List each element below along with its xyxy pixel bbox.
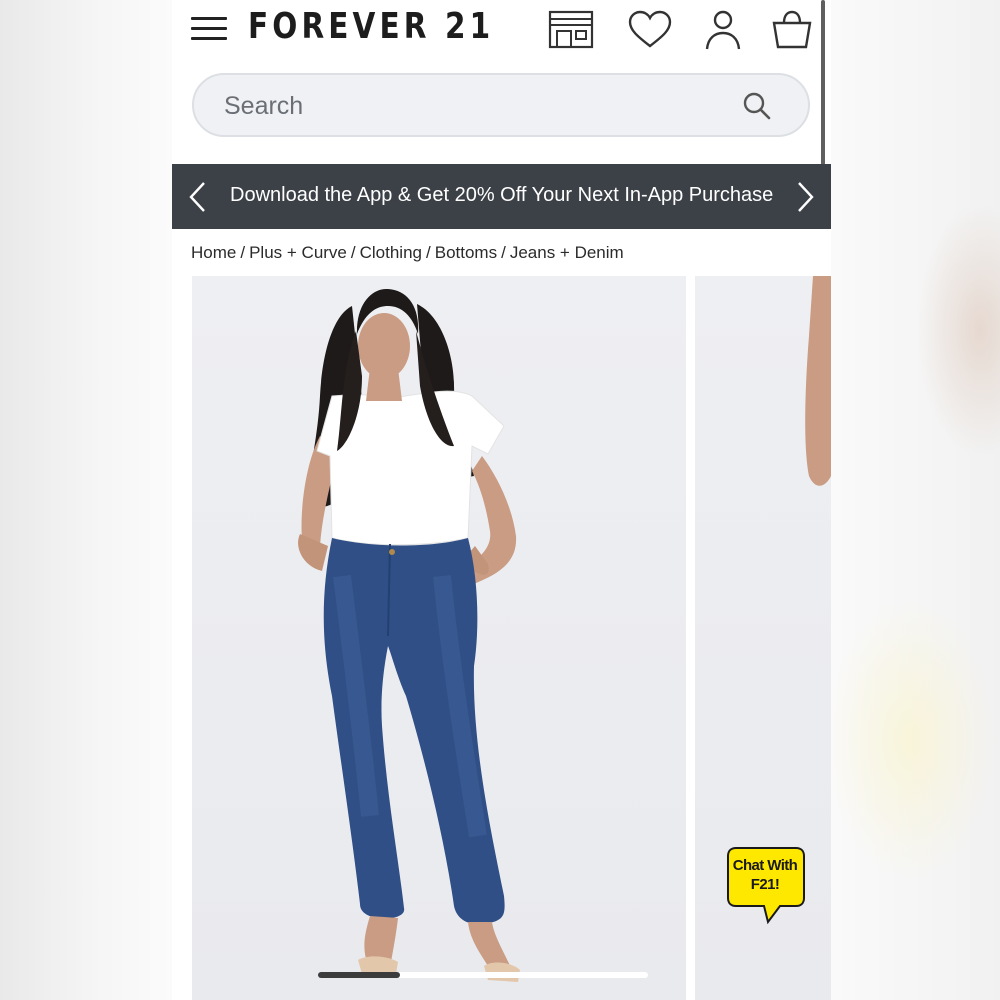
breadcrumb-clothing[interactable]: Clothing xyxy=(360,243,422,262)
search-input[interactable] xyxy=(224,89,704,123)
promo-text: Download the App & Get 20% Off Your Next… xyxy=(230,184,774,206)
carousel-indicator[interactable] xyxy=(318,972,648,978)
chat-label-line2: F21! xyxy=(750,876,780,893)
chat-label-line1: Chat With xyxy=(732,857,798,874)
account-icon[interactable] xyxy=(700,9,746,51)
breadcrumb-separator: / xyxy=(426,243,431,262)
breadcrumb-plus-curve[interactable]: Plus + Curve xyxy=(249,243,347,262)
breadcrumb-home[interactable]: Home xyxy=(191,243,236,262)
site-header: FOREVER 21 xyxy=(172,0,831,60)
phone-screen: FOREVER 21 Search Download the App & Get… xyxy=(172,0,831,1000)
brand-logo[interactable]: FOREVER 21 xyxy=(248,6,494,47)
chat-with-f21-button[interactable]: Chat With F21! xyxy=(726,846,806,926)
scrollbar[interactable] xyxy=(821,0,825,165)
chevron-left-icon[interactable] xyxy=(186,180,210,214)
carousel-indicator-active xyxy=(318,972,400,978)
breadcrumb: Home / Plus + Curve / Clothing / Bottoms / Jeans… xyxy=(191,243,624,263)
model-photo xyxy=(298,288,520,982)
heart-icon[interactable] xyxy=(627,9,673,51)
menu-icon[interactable] xyxy=(191,17,227,43)
breadcrumb-separator: / xyxy=(501,243,506,262)
search-icon[interactable] xyxy=(742,91,772,121)
breadcrumb-jeans-denim[interactable]: Jeans + Denim xyxy=(510,243,624,262)
search-bar xyxy=(192,73,810,137)
product-image-main[interactable] xyxy=(192,276,686,1000)
chat-label: Chat With F21! xyxy=(726,856,804,894)
blurred-backdrop-right xyxy=(830,0,1000,1000)
breadcrumb-bottoms[interactable]: Bottoms xyxy=(435,243,497,262)
chevron-right-icon[interactable] xyxy=(793,180,817,214)
store-icon[interactable] xyxy=(548,9,594,51)
breadcrumb-separator: / xyxy=(240,243,246,262)
bag-icon[interactable] xyxy=(769,9,815,51)
blurred-backdrop-left xyxy=(0,0,172,1000)
breadcrumb-separator: / xyxy=(350,243,356,262)
promo-banner[interactable]: Download the App & Get 20% Off Your Next… xyxy=(172,164,831,229)
